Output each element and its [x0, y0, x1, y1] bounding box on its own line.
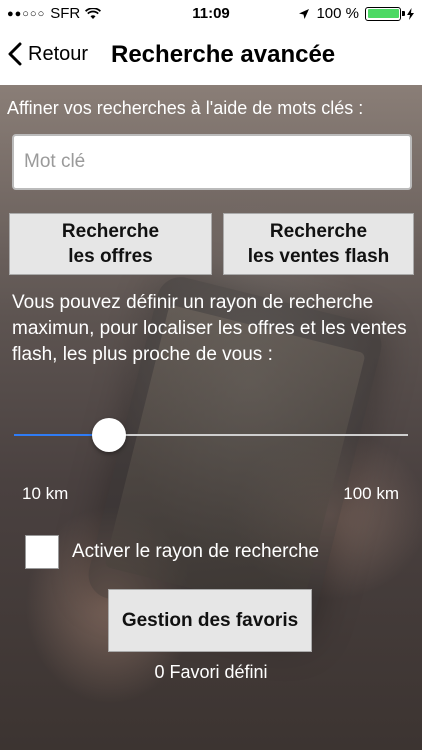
- radius-max-label: 100 km: [343, 484, 399, 503]
- manage-favorites-label: Gestion des favoris: [121, 610, 299, 631]
- back-button[interactable]: Retour: [8, 42, 88, 66]
- radius-description: Vous pouvez définir un rayon de recherch…: [12, 292, 407, 365]
- search-offers-button[interactable]: Recherche les offres: [9, 213, 212, 275]
- location-arrow-icon: [299, 8, 310, 19]
- search-flash-label-line2: les ventes flash: [247, 246, 390, 267]
- keyword-hint: Affiner vos recherches à l'aide de mots …: [7, 98, 364, 118]
- keyword-input[interactable]: [12, 134, 412, 190]
- charging-bolt-icon: [407, 7, 414, 20]
- page-title: Recherche avancée: [111, 41, 336, 68]
- favorites-count: 0 Favori défini: [154, 662, 268, 682]
- search-flash-label-line1: Recherche: [269, 221, 368, 242]
- battery-percent: 100 %: [316, 5, 359, 22]
- battery-icon: [365, 6, 405, 21]
- search-offers-label-line1: Recherche: [61, 221, 160, 242]
- search-offers-label-line2: les offres: [68, 246, 153, 267]
- manage-favorites-button[interactable]: Gestion des favoris: [108, 589, 312, 652]
- radius-slider[interactable]: [14, 418, 408, 452]
- radius-min-label: 10 km: [22, 484, 69, 503]
- slider-thumb[interactable]: [92, 418, 126, 452]
- chevron-left-icon: [8, 42, 22, 66]
- radius-checkbox[interactable]: [25, 535, 59, 569]
- search-flash-sales-button[interactable]: Recherche les ventes flash: [223, 213, 414, 275]
- radius-checkbox-label: Activer le rayon de recherche: [72, 541, 320, 562]
- status-bar: ●●○○○ SFR 11:09 100 %: [0, 0, 422, 28]
- navigation-bar: Retour Recherche avancée: [0, 28, 422, 85]
- back-label: Retour: [28, 42, 89, 65]
